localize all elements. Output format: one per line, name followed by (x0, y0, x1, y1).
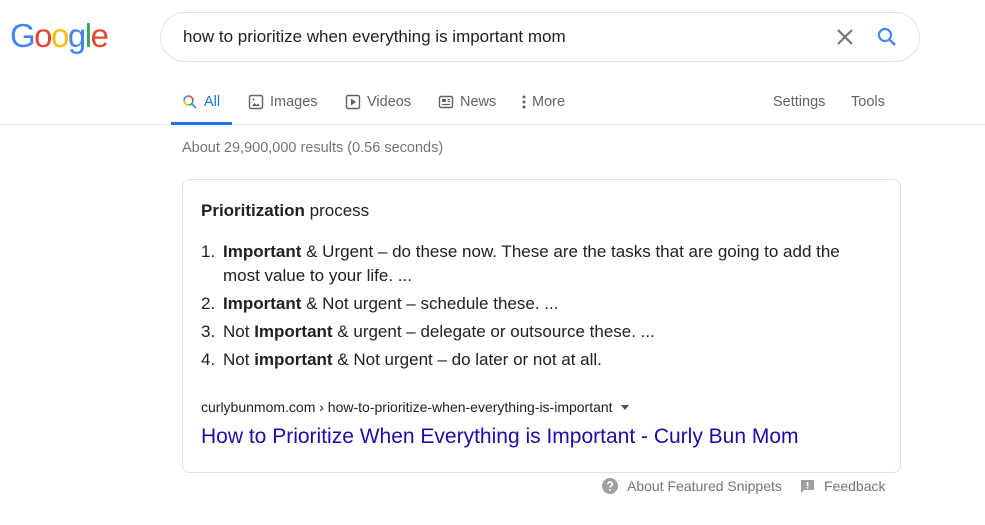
logo-letter: g (67, 17, 86, 54)
feedback-link[interactable]: Feedback (800, 478, 885, 494)
item-bold: important (254, 350, 333, 369)
search-icon (877, 27, 896, 46)
item-post: & Urgent – do these now. These are the t… (223, 242, 840, 285)
result-stats: About 29,900,000 results (0.56 seconds) (182, 140, 444, 156)
snippet-title-bold: Prioritization (201, 201, 305, 220)
result-cite: curlybunmom.com › how-to-prioritize-when… (201, 399, 613, 415)
list-number: 3. (201, 322, 216, 341)
snippet-title-rest: process (304, 201, 370, 220)
list-number: 2. (201, 294, 216, 313)
search-box (160, 12, 920, 62)
search-button[interactable] (875, 25, 899, 49)
tab-news[interactable]: News (438, 80, 496, 124)
tab-more-label: More (532, 94, 566, 110)
item-bold: Important (254, 322, 333, 341)
tab-news-label: News (460, 94, 497, 110)
logo-letter: o (34, 17, 52, 54)
snippet-list: 1. Important & Urgent – do these now. Th… (201, 240, 861, 376)
clear-search-button[interactable] (833, 25, 857, 49)
list-item: 4. Not important & Not urgent – do later… (201, 348, 861, 372)
tools-button[interactable]: Tools (851, 80, 885, 124)
item-bold: Important (223, 242, 302, 261)
result-url: curlybunmom.com › how-to-prioritize-when… (201, 399, 629, 415)
list-item: 2. Important & Not urgent – schedule the… (201, 292, 861, 316)
item-post: & Not urgent – do later or not at all. (332, 350, 602, 369)
item-bold: Important (223, 294, 302, 313)
tools-label: Tools (851, 94, 885, 110)
image-icon (248, 94, 264, 110)
settings-label: Settings (773, 94, 826, 110)
list-number: 1. (201, 242, 216, 261)
tab-more[interactable]: More (520, 80, 565, 124)
list-item: 1. Important & Urgent – do these now. Th… (201, 240, 861, 288)
item-pre: Not (223, 350, 255, 369)
search-input[interactable] (183, 13, 783, 61)
feedback-label: Feedback (824, 478, 886, 494)
item-pre: Not (223, 322, 255, 341)
about-featured-snippets-link[interactable]: About Featured Snippets (602, 478, 782, 494)
tab-all-label: All (204, 94, 221, 110)
settings-button[interactable]: Settings (773, 80, 825, 124)
feedback-icon (800, 479, 815, 494)
logo-letter: G (10, 17, 36, 54)
newspaper-icon (438, 94, 454, 110)
tab-images-label: Images (270, 94, 318, 110)
play-icon (345, 94, 361, 110)
tab-images[interactable]: Images (248, 80, 318, 124)
logo-letter: o (51, 17, 69, 54)
snippet-title: Prioritization process (201, 201, 369, 221)
search-tabs: All Images Videos News More Settings Too… (0, 80, 985, 125)
tab-videos[interactable]: Videos (345, 80, 411, 124)
caret-down-icon[interactable] (620, 404, 629, 410)
list-item: 3. Not Important & urgent – delegate or … (201, 320, 861, 344)
close-icon (837, 29, 853, 45)
help-icon (602, 478, 618, 494)
tab-all[interactable]: All (170, 80, 233, 125)
list-number: 4. (201, 350, 216, 369)
featured-snippet: Prioritization process 1. Important & Ur… (182, 179, 901, 473)
result-title-link[interactable]: How to Prioritize When Everything is Imp… (201, 425, 799, 449)
item-post: & Not urgent – schedule these. ... (301, 294, 559, 313)
google-logo[interactable]: Google (10, 16, 109, 56)
logo-letter: e (90, 17, 109, 54)
search-icon (182, 94, 198, 110)
tab-videos-label: Videos (367, 94, 412, 110)
more-vert-icon (520, 94, 528, 110)
item-post: & urgent – delegate or outsource these. … (332, 322, 655, 341)
about-label: About Featured Snippets (627, 478, 782, 494)
